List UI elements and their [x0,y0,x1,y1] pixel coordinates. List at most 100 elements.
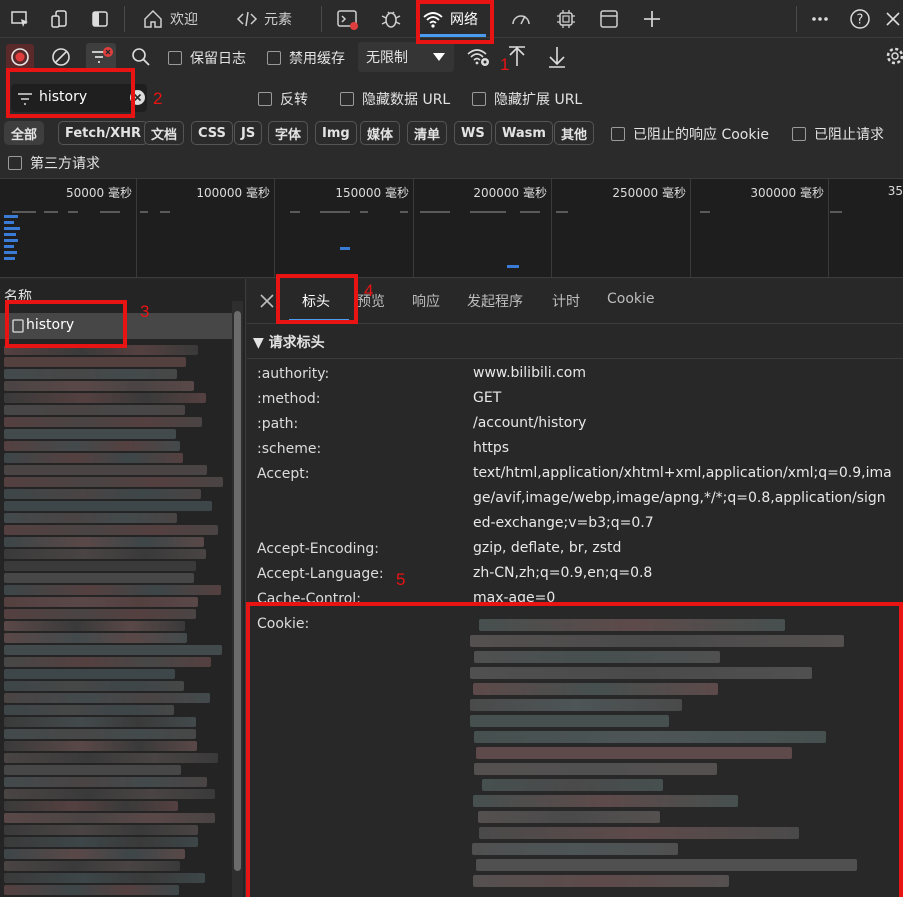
tab-response[interactable]: 响应 [412,291,440,311]
checkbox-box[interactable] [8,156,22,170]
request-row[interactable] [4,429,176,439]
more-icon[interactable] [808,7,832,31]
tab-elements[interactable]: 元素 [236,0,292,38]
filter-toggle-button[interactable] [86,43,116,71]
request-row[interactable] [4,753,218,763]
request-headers-section-toggle[interactable]: ▼ 请求标头 [253,332,325,352]
request-row[interactable] [4,741,197,751]
request-row[interactable] [4,789,215,799]
add-tab-button[interactable] [641,0,663,38]
close-icon[interactable] [881,7,903,31]
type-chip-media[interactable]: 媒体 [360,121,401,145]
type-chip-font[interactable]: 字体 [268,121,309,145]
request-row[interactable] [4,489,201,499]
type-chip-fetch-xhr[interactable]: Fetch/XHR [58,121,149,145]
tab-welcome[interactable]: 欢迎 [142,0,198,38]
request-row[interactable] [4,861,180,871]
network-conditions-button[interactable] [466,45,492,73]
request-row[interactable] [4,609,196,619]
type-chip-manifest[interactable]: 清单 [407,121,448,145]
request-row[interactable] [4,825,198,835]
request-row[interactable] [4,369,177,379]
request-list-scrollbar[interactable] [232,301,243,897]
checkbox-box[interactable] [258,92,272,106]
request-row[interactable] [4,549,206,559]
request-row[interactable] [4,405,185,415]
request-row[interactable] [4,633,187,643]
type-chip-img[interactable]: Img [315,121,357,145]
network-settings-button[interactable] [884,45,903,71]
request-row[interactable] [4,729,196,739]
checkbox-box[interactable] [267,51,281,65]
tab-initiator[interactable]: 发起程序 [467,291,523,311]
request-row[interactable] [4,561,196,571]
type-chip-other[interactable]: 其他 [554,121,595,145]
help-icon[interactable]: ? [848,7,872,31]
dock-side-icon[interactable] [88,7,112,31]
request-row[interactable] [4,525,218,535]
request-row[interactable] [4,573,194,583]
tab-performance[interactable] [510,0,532,38]
request-row[interactable] [4,501,212,511]
disable-cache-checkbox[interactable]: 禁用缓存 [267,48,345,68]
scrollbar-thumb[interactable] [234,311,241,871]
network-overview-timeline[interactable]: 50000 毫秒 100000 毫秒 150000 毫秒 200000 毫秒 2… [0,178,903,278]
request-row[interactable] [4,717,196,727]
tab-console[interactable] [336,0,358,38]
tab-network[interactable]: 网络 [422,0,478,38]
tab-headers[interactable]: 标头 [302,291,330,311]
export-har-button[interactable] [546,44,568,74]
type-chip-all[interactable]: 全部 [4,121,45,145]
request-row[interactable] [4,813,215,823]
search-button[interactable] [130,46,152,72]
request-row[interactable] [4,777,207,787]
tab-sources[interactable] [380,0,402,38]
third-party-checkbox[interactable]: 第三方请求 [8,153,100,173]
request-row[interactable] [4,585,221,595]
type-chip-js[interactable]: JS [234,121,263,145]
checkbox-box[interactable] [340,92,354,106]
request-row[interactable] [4,477,223,487]
request-row[interactable] [4,417,202,427]
device-emulation-icon[interactable] [48,7,72,31]
request-row-selected[interactable]: history [0,313,232,339]
request-row[interactable] [4,465,207,475]
type-chip-wasm[interactable]: Wasm [495,121,553,145]
checkbox-box[interactable] [472,92,486,106]
checkbox-box[interactable] [168,51,182,65]
request-row[interactable] [4,345,198,355]
request-row[interactable] [4,873,205,883]
inspect-icon[interactable] [8,7,32,31]
blocked-response-cookies-checkbox[interactable]: 已阻止的响应 Cookie [611,124,769,144]
tab-application[interactable] [598,0,620,38]
request-row[interactable] [4,513,177,523]
request-row[interactable] [4,849,185,859]
request-row[interactable] [4,885,179,895]
request-row[interactable] [4,657,211,667]
clear-filter-button[interactable] [130,90,145,105]
close-detail-button[interactable] [259,293,275,313]
name-column-header[interactable]: 名称 [4,286,32,306]
request-row[interactable] [4,765,181,775]
request-row[interactable] [4,681,184,691]
preserve-log-checkbox[interactable]: 保留日志 [168,48,246,68]
request-row[interactable] [4,357,186,367]
blocked-requests-checkbox[interactable]: 已阻止请求 [792,124,884,144]
request-row[interactable] [4,381,194,391]
hide-extension-url-checkbox[interactable]: 隐藏扩展 URL [472,89,582,109]
request-row[interactable] [4,441,180,451]
request-row[interactable] [4,453,183,463]
type-chip-doc[interactable]: 文档 [144,121,185,145]
checkbox-box[interactable] [792,127,806,141]
request-row[interactable] [4,393,206,403]
request-row[interactable] [4,537,204,547]
request-row[interactable] [4,705,174,715]
request-row[interactable] [4,669,175,679]
request-row[interactable] [4,645,222,655]
request-row[interactable] [4,837,198,847]
hide-data-url-checkbox[interactable]: 隐藏数据 URL [340,89,450,109]
tab-memory[interactable] [555,0,577,38]
filter-input[interactable]: history [11,84,147,112]
type-chip-ws[interactable]: WS [454,121,492,145]
request-row[interactable] [4,621,185,631]
